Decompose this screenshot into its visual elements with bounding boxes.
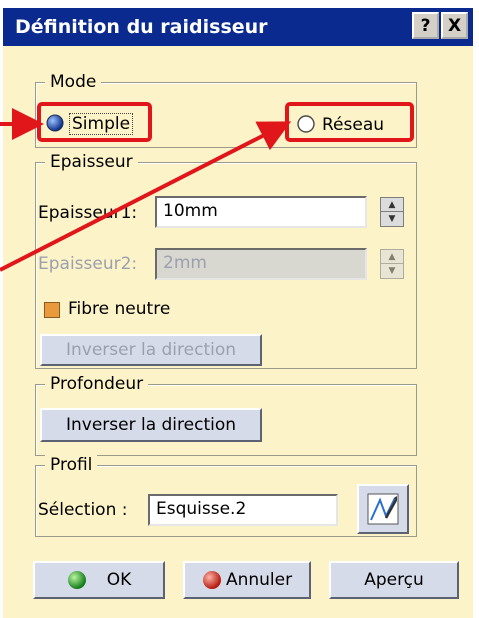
help-icon: ? [420, 15, 431, 36]
close-button[interactable]: X [441, 12, 468, 39]
selection-label: Sélection : [38, 500, 128, 520]
epaisseur-invert-label: Inverser la direction [65, 340, 237, 360]
fibre-neutre-checkbox[interactable] [44, 302, 60, 318]
ok-green-ball-icon [67, 571, 86, 589]
stiffener-definition-dialog: Définition du raidisseur ? X Mode Simple… [0, 0, 479, 618]
spin-down-icon[interactable]: ▼ [381, 212, 403, 226]
sketch-button[interactable] [357, 484, 409, 534]
profil-legend: Profil [45, 455, 98, 475]
spin-up-icon: ▲ [381, 250, 403, 264]
help-button[interactable]: ? [412, 12, 439, 39]
epaisseur1-label: Epaisseur1: [38, 203, 138, 223]
epaisseur-invert-direction-button: Inverser la direction [40, 334, 262, 366]
spin-down-icon: ▼ [388, 266, 396, 276]
close-icon: X [447, 15, 462, 36]
mode-legend: Mode [45, 72, 102, 92]
title-bar: Définition du raidisseur ? X [3, 8, 473, 46]
profondeur-invert-label: Inverser la direction [65, 415, 237, 435]
spin-up-icon[interactable]: ▲ [381, 198, 403, 212]
profondeur-legend: Profondeur [45, 374, 149, 394]
preview-label: Aperçu [364, 570, 424, 590]
preview-button[interactable]: Aperçu [329, 561, 459, 599]
annotation-highlight-simple [37, 102, 152, 142]
dialog-title: Définition du raidisseur [15, 16, 268, 38]
sketch-icon [367, 493, 399, 525]
cancel-button[interactable]: Annuler [183, 561, 311, 599]
epaisseur1-value: 10mm [163, 201, 218, 221]
epaisseur2-spinner: ▲ ▼ [380, 249, 404, 279]
profondeur-invert-direction-button[interactable]: Inverser la direction [40, 408, 262, 442]
selection-field[interactable]: Esquisse.2 [148, 494, 338, 526]
fibre-neutre-label[interactable]: Fibre neutre [68, 299, 170, 319]
epaisseur1-field[interactable]: 10mm [155, 196, 367, 228]
selection-value: Esquisse.2 [156, 499, 247, 519]
cancel-label: Annuler [225, 570, 293, 590]
epaisseur2-value: 2mm [163, 253, 207, 273]
epaisseur2-label: Epaisseur2: [38, 254, 138, 274]
ok-label: OK [106, 570, 132, 590]
ok-button[interactable]: OK [33, 561, 165, 599]
cancel-red-ball-icon [202, 571, 221, 589]
epaisseur1-spinner[interactable]: ▲ ▼ [380, 197, 404, 227]
epaisseur-legend: Epaisseur [45, 152, 138, 172]
annotation-highlight-reseau [285, 102, 414, 142]
epaisseur2-field: 2mm [155, 248, 367, 280]
